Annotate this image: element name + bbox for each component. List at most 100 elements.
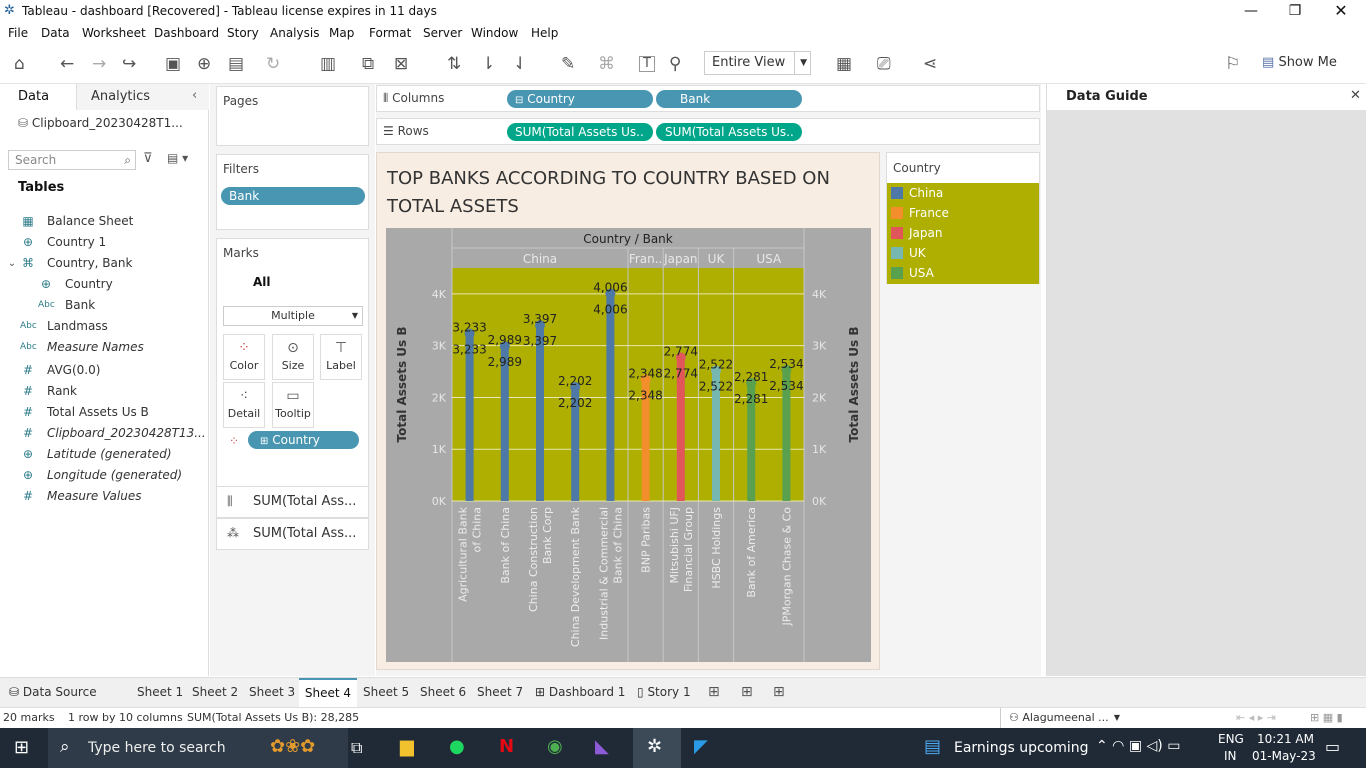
filter-icon[interactable]: ⊽ [143,151,153,166]
new-dashboard-icon[interactable]: ⊞ [741,684,753,700]
color-pill-country[interactable]: ⊞ Country [248,431,359,449]
measure-card-1[interactable]: ⫼ SUM(Total Ass... [216,486,369,518]
home-icon[interactable]: ⌂ [14,54,25,74]
columns-shelf[interactable]: ⦀ Columns ⊟ Country Bank [376,85,1040,112]
rows-shelf[interactable]: ☰ Rows SUM(Total Assets Us.. SUM(Total A… [376,118,1040,145]
view-options-icon[interactable]: ▤ ▾ [167,151,188,165]
new-sheet-icon[interactable]: ⊞ [708,684,720,700]
nav-arrows-icon[interactable]: ⇤ ◂ ▸ ⇥ [1236,708,1276,728]
rows-pill-1[interactable]: SUM(Total Assets Us.. [507,123,653,141]
save-icon[interactable]: ▣ [165,54,181,74]
collapse-pane-icon[interactable]: ‹ [192,88,197,103]
swap-icon[interactable]: ⇅ [447,54,461,74]
tab-sheet-3[interactable]: Sheet 3 [249,685,295,699]
tab-sheet-5[interactable]: Sheet 5 [363,685,409,699]
share-icon[interactable]: ⋖ [923,54,937,74]
tab-dashboard-1[interactable]: ⊞ Dashboard 1 [535,685,625,699]
pause-updates-icon[interactable]: ▤ [228,54,244,74]
field-item[interactable]: # AVG(0.0) [0,360,209,381]
field-item[interactable]: # Measure Values [0,486,209,507]
file-explorer-icon[interactable]: ▆ [400,736,414,757]
redo-icon[interactable]: → [92,54,106,74]
lang-in[interactable]: IN [1224,749,1237,763]
color-button[interactable]: ⁘ Color [223,334,265,380]
replay-icon[interactable]: ↪ [122,54,136,74]
menu-help[interactable]: Help [531,26,558,40]
chrome-icon[interactable]: ◉ [547,736,563,757]
tab-sheet-2[interactable]: Sheet 2 [192,685,238,699]
minimize-button[interactable]: — [1228,0,1274,24]
close-button[interactable]: ✕ [1318,0,1364,24]
lang-eng[interactable]: ENG [1218,732,1244,746]
labels-icon[interactable]: T [639,56,655,72]
menu-server[interactable]: Server [423,26,462,40]
tab-data[interactable]: Data [0,84,76,110]
news-icon[interactable]: ▤ [924,736,941,757]
field-item[interactable]: # Clipboard_20230428T13... [0,423,209,444]
detail-button[interactable]: ⁖ Detail [223,382,265,428]
menu-worksheet[interactable]: Worksheet [82,26,146,40]
show-me-button[interactable]: ▤ Show Me [1262,55,1337,70]
label-button[interactable]: ⊤ Label [320,334,362,380]
marks-all[interactable]: All [253,275,271,289]
tooltip-button[interactable]: ▭ Tooltip [272,382,314,428]
search-input[interactable]: Search ⌕ [8,150,136,170]
netflix-icon[interactable]: N [499,736,514,757]
clock-date[interactable]: 01-May-23 [1252,749,1316,763]
menu-file[interactable]: File [8,26,28,40]
rows-pill-2[interactable]: SUM(Total Assets Us.. [656,123,802,141]
field-item[interactable]: Abc Measure Names [0,337,209,358]
close-icon[interactable]: ✕ [1350,88,1361,103]
duplicate-icon[interactable]: ⧉ [362,54,374,74]
tab-sheet-4[interactable]: Sheet 4 [299,678,357,708]
menu-analysis[interactable]: Analysis [270,26,319,40]
taskbar-search[interactable]: ⌕ Type here to search ✿❀✿ [48,728,348,768]
format-painter-icon[interactable]: ⚐ [1225,54,1240,74]
tab-sheet-6[interactable]: Sheet 6 [420,685,466,699]
presentation-icon[interactable]: ⎚ [877,54,891,74]
clear-sheet-icon[interactable]: ⊠ [394,54,408,74]
undo-icon[interactable]: ← [60,54,74,74]
tab-analytics[interactable]: Analytics [76,84,209,110]
field-item[interactable]: # Total Assets Us B [0,402,209,423]
spotify-icon[interactable]: ● [449,736,465,757]
field-item[interactable]: ▦ Balance Sheet [0,211,209,232]
visual-studio-icon[interactable]: ◣ [595,736,609,757]
fit-dropdown[interactable]: Entire View ▼ [704,51,811,75]
menu-dashboard[interactable]: Dashboard [154,26,219,40]
news-text[interactable]: Earnings upcoming [954,740,1089,756]
field-item[interactable]: Abc Bank [0,295,209,316]
field-item[interactable]: Abc Landmass [0,316,209,337]
task-view-icon[interactable]: ⧉ [351,738,362,758]
new-datasource-icon[interactable]: ⊕ [197,54,211,74]
user-menu[interactable]: ⚇ Alagumeenal ... ▼ [1000,708,1124,728]
field-item[interactable]: # Rank [0,381,209,402]
new-story-icon[interactable]: ⊞ [773,684,785,700]
restore-button[interactable]: ❐ [1272,0,1318,24]
columns-pill-bank[interactable]: Bank [656,90,802,108]
show-cards-icon[interactable]: ▦ [836,54,852,74]
field-item[interactable]: ⊕ Longitude (generated) [0,465,209,486]
filter-pill-bank[interactable]: Bank [221,187,365,205]
sort-asc-icon[interactable]: ⇂ [481,54,495,74]
tab-data-source[interactable]: ⛁ Data Source [9,685,97,699]
group-icon[interactable]: ⌘ [598,54,615,74]
field-item[interactable]: ⌘ Country, Bank ⌄ [0,253,209,274]
size-button[interactable]: ⊙ Size [272,334,314,380]
field-item[interactable]: ⊕ Latitude (generated) [0,444,209,465]
clock-time[interactable]: 10:21 AM [1257,732,1314,746]
columns-pill-country[interactable]: ⊟ Country [507,90,653,108]
menu-format[interactable]: Format [369,26,411,40]
field-item[interactable]: ⊕ Country [0,274,209,295]
menu-map[interactable]: Map [329,26,354,40]
tab-sheet-7[interactable]: Sheet 7 [477,685,523,699]
view-grid-icon[interactable]: ⊞ ▦ ▮ [1310,708,1343,728]
windows-start-icon[interactable]: ⊞ [14,737,29,758]
chevron-down-icon[interactable]: ⌄ [4,253,20,274]
tab-sheet-1[interactable]: Sheet 1 [137,685,183,699]
datasource-item[interactable]: ⛁ Clipboard_20230428T1... [18,116,183,130]
tray-icons[interactable]: ⌃ ◠ ▣ ◁) ▭ [1096,738,1180,754]
mark-type-dropdown[interactable]: Multiple ▼ [223,306,363,326]
menu-story[interactable]: Story [227,26,259,40]
measure-card-2[interactable]: ⁂ SUM(Total Ass... [216,518,369,550]
